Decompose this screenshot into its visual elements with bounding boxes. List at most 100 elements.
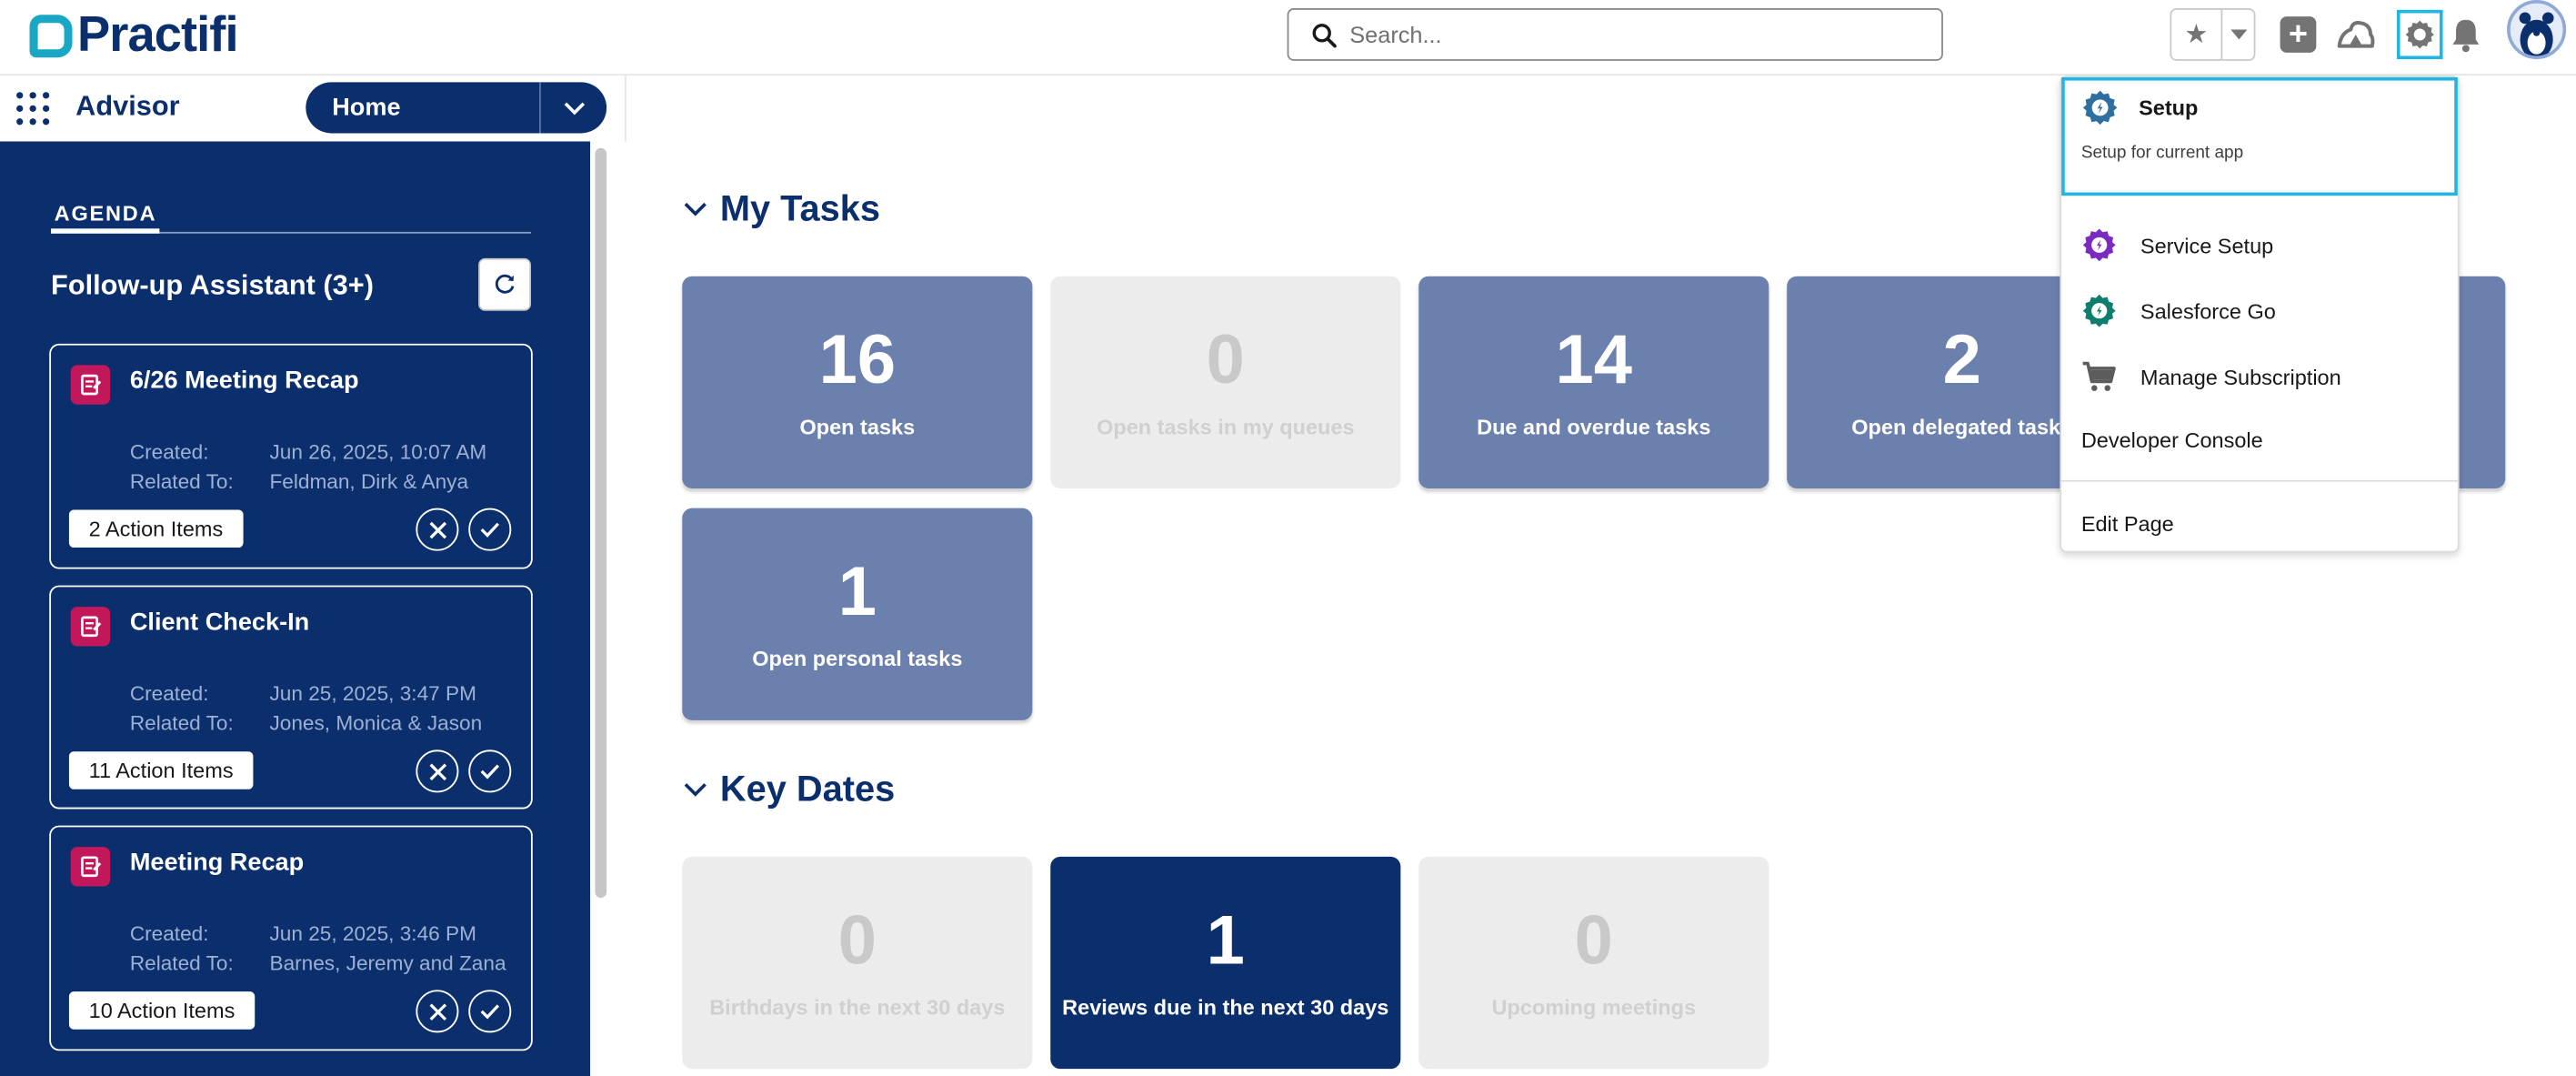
practifi-logo-mark-icon <box>29 15 73 58</box>
follow-up-card[interactable]: 6/26 Meeting Recap Created: Jun 26, 2025… <box>49 343 533 569</box>
meeting-notes-icon <box>70 365 111 405</box>
menu-item-label: Developer Console <box>2080 427 2263 453</box>
tile-value: 2 <box>1942 320 1981 398</box>
created-value: Jun 25, 2025, 3:47 PM <box>269 682 476 706</box>
dismiss-button[interactable] <box>416 990 459 1033</box>
tile-label: Due and overdue tasks <box>1477 414 1711 439</box>
service-setup-gear-icon <box>2082 228 2116 262</box>
action-items-button[interactable]: 11 Action Items <box>68 751 254 789</box>
favorites-star-icon[interactable]: ★ <box>2171 9 2223 60</box>
check-icon <box>480 522 499 538</box>
sidebar-scrollbar[interactable] <box>595 147 607 899</box>
setup-gear-icon <box>2081 89 2120 136</box>
tile-due-overdue-tasks[interactable]: 14 Due and overdue tasks <box>1418 276 1769 488</box>
nav-tab-label: Home <box>332 94 401 122</box>
follow-up-card[interactable]: Meeting Recap Created: Jun 25, 2025, 3:4… <box>49 825 533 1051</box>
shopping-cart-icon <box>2082 361 2116 391</box>
created-value: Jun 26, 2025, 10:07 AM <box>269 440 487 464</box>
chevron-down-icon[interactable] <box>538 82 606 134</box>
follow-up-card[interactable]: Client Check-In Created: Jun 25, 2025, 3… <box>49 585 533 810</box>
tile-label: Birthdays in the next 30 days <box>709 994 1006 1020</box>
complete-button[interactable] <box>468 990 512 1033</box>
menu-item-label: Service Setup <box>2140 232 2274 257</box>
user-avatar[interactable] <box>2507 0 2567 60</box>
dismiss-button[interactable] <box>416 508 459 551</box>
search-icon <box>1312 23 1337 47</box>
follow-up-assistant-title: Follow-up Assistant (3+) <box>51 269 374 301</box>
tile-open-tasks[interactable]: 16 Open tasks <box>682 276 1033 488</box>
nav-tab-home[interactable]: Home <box>306 82 607 134</box>
card-title[interactable]: Client Check-In <box>130 608 309 637</box>
menu-item-label: Manage Subscription <box>2140 364 2341 389</box>
tile-label: Open delegated tasks <box>1851 414 2073 439</box>
tile-value: 0 <box>1206 320 1245 398</box>
setup-menu-subtitle: Setup for current app <box>2080 143 2244 163</box>
setup-menu-item-setup[interactable] <box>2061 76 2458 196</box>
tile-value: 14 <box>1555 320 1633 398</box>
card-title[interactable]: 6/26 Meeting Recap <box>130 367 359 395</box>
global-add-icon[interactable]: + <box>2280 16 2317 53</box>
action-items-button[interactable]: 10 Action Items <box>68 991 256 1030</box>
trailhead-icon[interactable] <box>2336 15 2375 54</box>
menu-item-label: Salesforce Go <box>2140 298 2276 324</box>
tile-reviews-due[interactable]: 1 Reviews due in the next 30 days <box>1050 856 1401 1070</box>
created-value: Jun 25, 2025, 3:46 PM <box>269 922 476 946</box>
refresh-icon <box>495 274 515 294</box>
favorites-control[interactable]: ★ <box>2170 8 2256 61</box>
tile-upcoming-meetings[interactable]: 0 Upcoming meetings <box>1418 856 1769 1070</box>
related-to-value: Barnes, Jeremy and Zana <box>269 951 506 976</box>
close-icon <box>428 1002 446 1021</box>
tile-value: 1 <box>837 552 877 630</box>
chevron-down-icon[interactable] <box>684 782 707 797</box>
dismiss-button[interactable] <box>416 749 459 793</box>
card-title[interactable]: Meeting Recap <box>130 849 304 877</box>
key-dates-section-header[interactable]: Key Dates <box>684 768 895 810</box>
logo-text: Practifi <box>76 8 239 63</box>
tile-value: 16 <box>818 320 897 398</box>
close-icon <box>428 520 446 538</box>
chevron-down-icon[interactable] <box>684 201 707 216</box>
complete-button[interactable] <box>468 508 512 551</box>
tab-agenda[interactable]: AGENDA <box>51 199 531 234</box>
practifi-logo[interactable]: Practifi <box>29 8 239 64</box>
check-icon <box>480 1004 499 1020</box>
app-name: Advisor <box>75 90 180 122</box>
favorites-dropdown-icon[interactable] <box>2222 10 2253 59</box>
created-label: Created: <box>129 922 209 946</box>
setup-menu-title: Setup <box>2139 95 2199 120</box>
related-to-label: Related To: <box>129 470 234 494</box>
meeting-notes-icon <box>70 847 111 887</box>
tile-open-tasks-in-queues[interactable]: 0 Open tasks in my queues <box>1050 276 1401 488</box>
tile-value: 1 <box>1206 900 1245 979</box>
global-search[interactable] <box>1287 8 1943 61</box>
tile-value: 0 <box>837 900 877 979</box>
close-icon <box>428 762 446 780</box>
refresh-button[interactable] <box>478 257 531 311</box>
menu-item-salesforce-go[interactable]: Salesforce Go <box>2081 293 2276 329</box>
menu-item-service-setup[interactable]: Service Setup <box>2081 226 2273 263</box>
tile-label: Open personal tasks <box>752 646 963 671</box>
action-items-button[interactable]: 2 Action Items <box>68 509 243 548</box>
notifications-bell-icon[interactable] <box>2448 15 2484 54</box>
tile-label: Upcoming meetings <box>1491 994 1697 1020</box>
tile-label: Open tasks <box>799 414 916 439</box>
app-launcher-icon[interactable] <box>16 92 50 126</box>
section-title: My Tasks <box>719 187 880 229</box>
search-input[interactable] <box>1349 21 1909 48</box>
menu-divider <box>2061 479 2458 482</box>
related-to-label: Related To: <box>129 951 234 976</box>
tile-open-personal-tasks[interactable]: 1 Open personal tasks <box>682 508 1033 720</box>
menu-item-label: Edit Page <box>2080 511 2174 537</box>
tile-birthdays[interactable]: 0 Birthdays in the next 30 days <box>682 856 1033 1070</box>
tab-agenda-label: AGENDA <box>51 201 160 234</box>
menu-item-manage-subscription[interactable]: Manage Subscription <box>2081 358 2341 395</box>
menu-item-edit-page[interactable]: Edit Page <box>2081 511 2174 536</box>
my-tasks-section-header[interactable]: My Tasks <box>684 187 880 230</box>
complete-button[interactable] <box>468 749 512 793</box>
related-to-label: Related To: <box>129 711 234 736</box>
menu-item-developer-console[interactable]: Developer Console <box>2081 427 2263 452</box>
setup-gear-icon[interactable] <box>2396 9 2443 60</box>
created-label: Created: <box>129 440 209 464</box>
meeting-notes-icon <box>70 607 111 647</box>
related-to-value: Feldman, Dirk & Anya <box>269 470 469 494</box>
